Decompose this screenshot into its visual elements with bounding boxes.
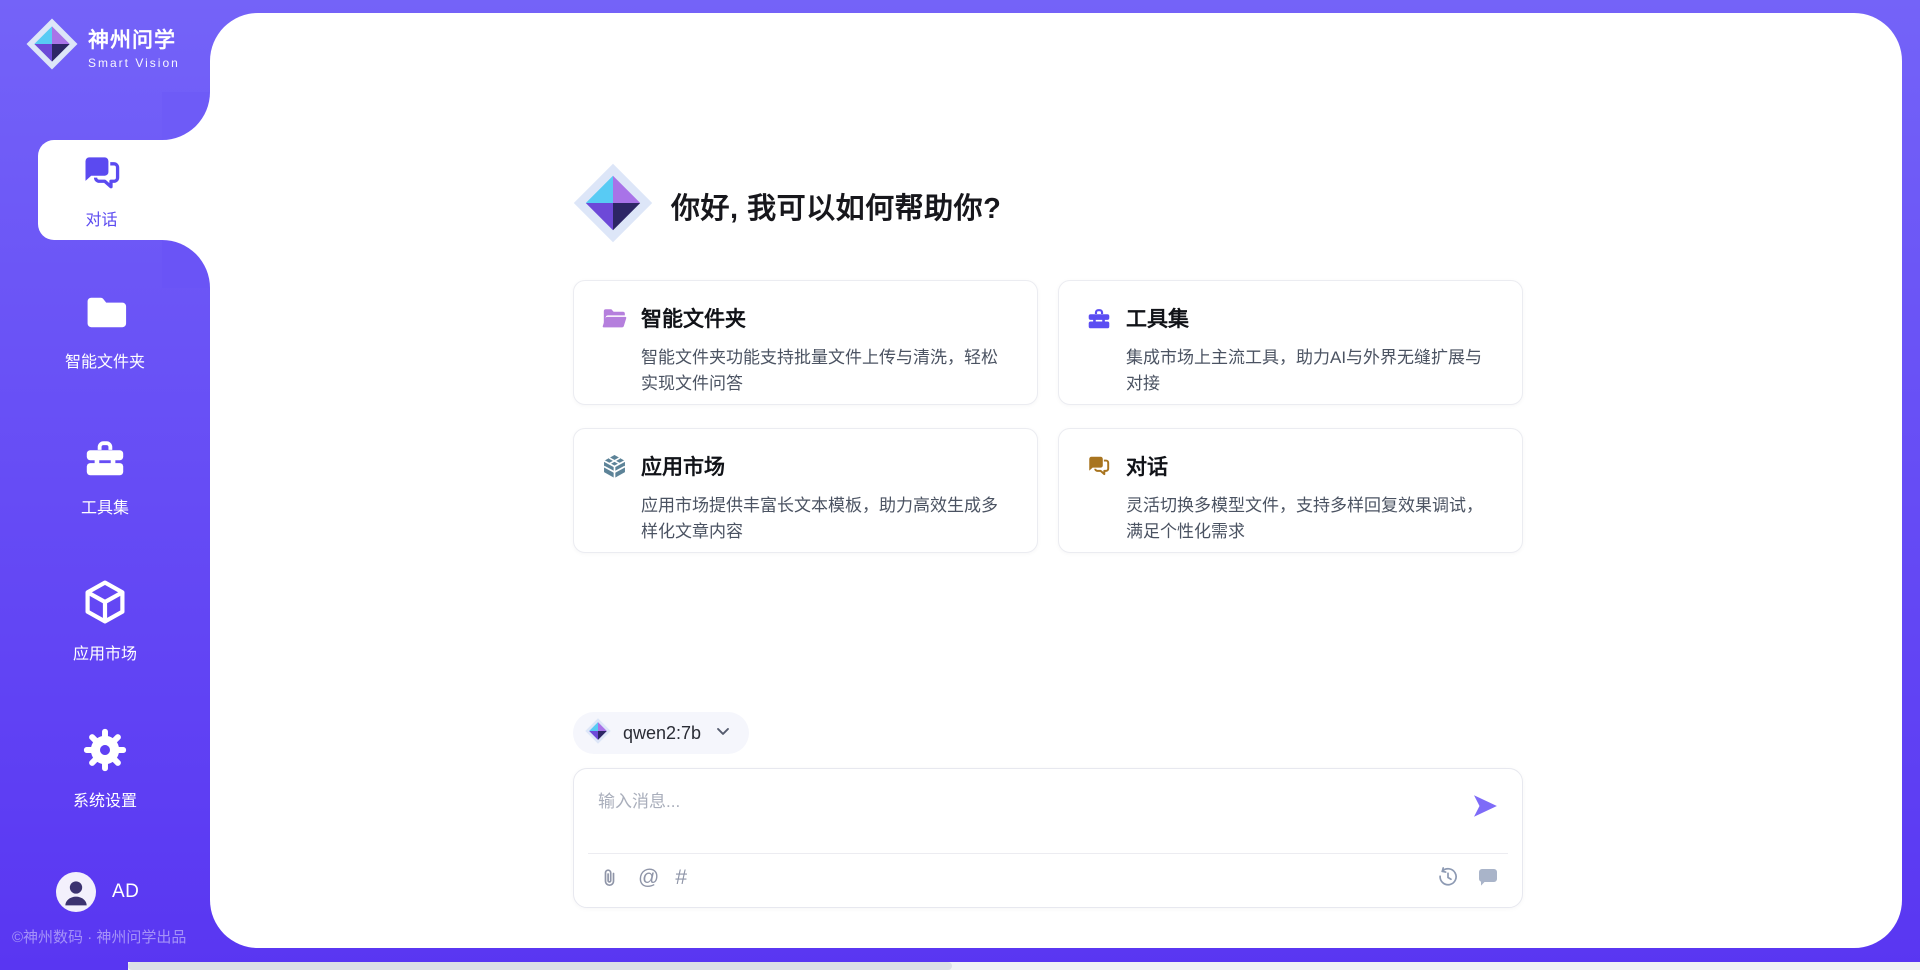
greeting-title: 你好, 我可以如何帮助你? — [671, 185, 1001, 227]
sidebar-item-label: 应用市场 — [73, 640, 137, 664]
user-name: AD — [112, 881, 139, 903]
greeting-diamond-icon — [573, 163, 653, 248]
brand-diamond-icon — [26, 18, 78, 75]
paperclip-icon[interactable] — [598, 866, 622, 890]
horizontal-scrollbar[interactable] — [128, 962, 1920, 970]
model-name: qwen2:7b — [623, 723, 701, 744]
card-title: 对话 — [1126, 451, 1494, 481]
card-description: 应用市场提供丰富长文本模板，助力高效生成多样化文章内容 — [641, 493, 1009, 546]
sidebar-item-label: 系统设置 — [73, 787, 137, 811]
grid-cube-icon — [601, 453, 628, 485]
message-composer: @ # — [573, 768, 1523, 908]
hash-icon[interactable]: # — [675, 865, 687, 891]
send-icon[interactable] — [1470, 791, 1500, 821]
card-title: 应用市场 — [641, 451, 1009, 481]
sidebar-item-settings[interactable]: 系统设置 — [0, 727, 210, 811]
brand-name: 神州问学 — [88, 24, 180, 54]
avatar — [56, 872, 96, 912]
composer-divider — [588, 853, 1508, 854]
brand-subtitle: Smart Vision — [88, 56, 180, 70]
sidebar-item-toolset[interactable]: 工具集 — [0, 434, 210, 518]
sidebar-item-label: 智能文件夹 — [65, 348, 145, 372]
folder-icon — [83, 290, 127, 339]
app-window: 神州问学 Smart Vision 对话 智能文件夹 工具集 — [0, 0, 1920, 970]
card-app-market[interactable]: 应用市场 应用市场提供丰富长文本模板，助力高效生成多样化文章内容 — [573, 428, 1038, 553]
at-icon[interactable]: @ — [638, 865, 659, 891]
copyright-text: ©神州数码 · 神州问学出品 — [12, 926, 186, 947]
card-title: 工具集 — [1126, 303, 1494, 333]
card-description: 集成市场上主流工具，助力AI与外界无缝扩展与对接 — [1126, 345, 1494, 398]
chat-icon — [80, 151, 124, 200]
user-profile[interactable]: AD — [56, 872, 139, 912]
sidebar-item-app-market[interactable]: 应用市场 — [0, 578, 210, 664]
folder-open-icon — [601, 305, 628, 337]
cube-icon — [81, 578, 129, 631]
sidebar-item-smart-folder[interactable]: 智能文件夹 — [0, 290, 210, 372]
model-selector[interactable]: qwen2:7b — [573, 712, 749, 754]
greeting: 你好, 我可以如何帮助你? — [573, 163, 1001, 248]
card-toolset[interactable]: 工具集 集成市场上主流工具，助力AI与外界无缝扩展与对接 — [1058, 280, 1523, 405]
card-description: 灵活切换多模型文件，支持多样回复效果调试，满足个性化需求 — [1126, 493, 1494, 546]
sidebar-item-label: 工具集 — [81, 494, 129, 518]
card-title: 智能文件夹 — [641, 303, 1009, 333]
message-input[interactable] — [598, 787, 1438, 839]
chat-bubble-icon[interactable] — [1476, 865, 1500, 889]
gear-icon — [82, 727, 128, 778]
sidebar: 神州问学 Smart Vision 对话 智能文件夹 工具集 — [0, 0, 210, 970]
scrollbar-thumb[interactable] — [128, 962, 952, 970]
tab-notch-bottom — [162, 240, 210, 288]
card-description: 智能文件夹功能支持批量文件上传与清洗，轻松实现文件问答 — [641, 345, 1009, 398]
diamond-logo-icon — [585, 718, 611, 749]
brand-logo: 神州问学 Smart Vision — [26, 18, 180, 75]
toolbox-icon — [82, 434, 128, 485]
chevron-down-icon — [713, 721, 733, 746]
sidebar-item-label: 对话 — [85, 206, 117, 230]
tab-notch-top — [162, 92, 210, 140]
history-icon[interactable] — [1436, 865, 1460, 889]
briefcase-icon — [1086, 305, 1112, 336]
feature-cards: 智能文件夹 智能文件夹功能支持批量文件上传与清洗，轻松实现文件问答 工具集 集成… — [573, 280, 1523, 553]
card-chat[interactable]: 对话 灵活切换多模型文件，支持多样回复效果调试，满足个性化需求 — [1058, 428, 1523, 553]
sidebar-item-chat[interactable]: 对话 — [38, 140, 210, 240]
card-smart-folder[interactable]: 智能文件夹 智能文件夹功能支持批量文件上传与清洗，轻松实现文件问答 — [573, 280, 1038, 405]
chat-icon — [1086, 453, 1112, 484]
